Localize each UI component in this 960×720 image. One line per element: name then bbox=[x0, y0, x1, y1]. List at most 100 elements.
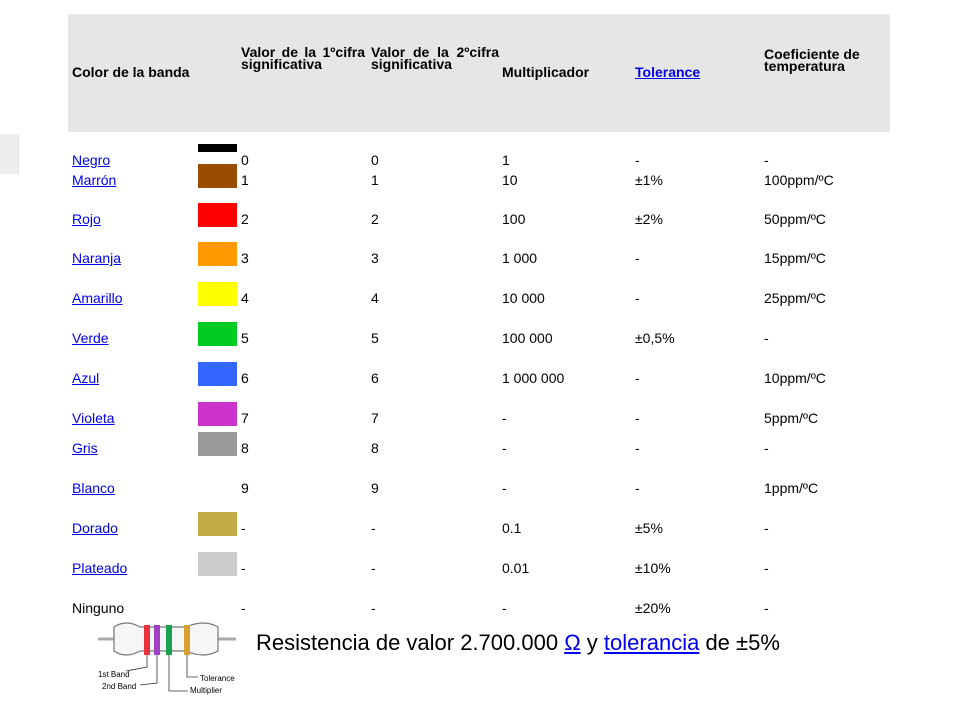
tolerance-cell: - bbox=[635, 250, 640, 266]
tempco-cell: 100ppm/ºC bbox=[764, 172, 834, 188]
color-swatch bbox=[198, 164, 237, 188]
tolerance-link[interactable]: tolerancia bbox=[604, 630, 699, 655]
second-digit-cell: - bbox=[371, 560, 376, 576]
multiplier-cell: 100 bbox=[502, 211, 526, 227]
multiplier-cell: 10 bbox=[502, 172, 518, 188]
tolerance-cell: ±20% bbox=[635, 600, 671, 616]
first-digit-cell: - bbox=[241, 520, 246, 536]
tempco-cell: - bbox=[764, 520, 769, 536]
multiplier-cell: - bbox=[502, 440, 507, 456]
color-name-cell[interactable]: Dorado bbox=[72, 520, 118, 536]
first-digit-cell: - bbox=[241, 600, 246, 616]
color-swatch bbox=[198, 282, 237, 306]
header-second-digit: Valor de la 2ºcifra significativa bbox=[371, 44, 499, 72]
tolerance-cell: ±2% bbox=[635, 211, 663, 227]
header-color: Color de la banda bbox=[72, 64, 190, 80]
multiplier-cell: 10 000 bbox=[502, 290, 545, 306]
leader-line bbox=[186, 655, 198, 678]
multiplier-cell: - bbox=[502, 480, 507, 496]
second-digit-cell: - bbox=[371, 520, 376, 536]
tempco-cell: 1ppm/ºC bbox=[764, 480, 819, 496]
first-digit-cell: 2 bbox=[241, 211, 249, 227]
caption: Resistencia de valor 2.700.000 Ω y toler… bbox=[256, 629, 816, 657]
table-row: Marrón 1 1 10 ±1% 100ppm/ºC bbox=[68, 152, 890, 192]
first-digit-cell: 4 bbox=[241, 290, 249, 306]
color-name-cell[interactable]: Violeta bbox=[72, 410, 115, 426]
table-row: Ninguno - - - ±20% - bbox=[68, 580, 890, 620]
color-name-cell[interactable]: Rojo bbox=[72, 211, 101, 227]
tolerance-cell: - bbox=[635, 410, 640, 426]
color-swatch bbox=[198, 472, 237, 496]
color-name-cell[interactable]: Azul bbox=[72, 370, 99, 386]
color-swatch bbox=[198, 432, 237, 456]
resistor-diagram: 1st Band 2nd Band Tolerance Multiplier bbox=[98, 622, 236, 695]
table-row: Plateado - - 0.01 ±10% - bbox=[68, 540, 890, 580]
caption-text-after: de ±5% bbox=[705, 630, 780, 655]
tolerance-cell: ±1% bbox=[635, 172, 663, 188]
color-name-cell[interactable]: Amarillo bbox=[72, 290, 123, 306]
tempco-cell: 15ppm/ºC bbox=[764, 250, 826, 266]
second-digit-cell: 2 bbox=[371, 211, 379, 227]
multiplier-label: Multiplier bbox=[190, 686, 222, 695]
band2-label: 2nd Band bbox=[102, 682, 136, 691]
resistor-band bbox=[144, 625, 150, 655]
header-tolerance-link[interactable]: Tolerance bbox=[635, 65, 755, 79]
side-tab bbox=[0, 134, 19, 174]
multiplier-cell: 0.01 bbox=[502, 560, 530, 576]
second-digit-cell: 8 bbox=[371, 440, 379, 456]
caption-text-mid: y bbox=[586, 630, 598, 655]
tempco-cell: - bbox=[764, 440, 769, 456]
table-body: Negro 0 0 1- - Marrón 1 1 10 ±1% 100ppm/ºC Rojo 2 2 10… bbox=[68, 132, 890, 620]
first-digit-cell: 9 bbox=[241, 480, 249, 496]
tempco-cell: 5ppm/ºC bbox=[764, 410, 819, 426]
color-name-cell[interactable]: Blanco bbox=[72, 480, 115, 496]
color-name-cell[interactable]: Marrón bbox=[72, 172, 116, 188]
ohm-link[interactable]: Ω bbox=[564, 630, 580, 655]
tempco-cell: - bbox=[764, 330, 769, 346]
multiplier-cell: 1 000 000 bbox=[502, 370, 565, 386]
table-row: Violeta 7 7 - - 5ppm/ºC bbox=[68, 390, 890, 430]
multiplier-cell: 100 000 bbox=[502, 330, 553, 346]
tempco-cell: 50ppm/ºC bbox=[764, 211, 826, 227]
resistor-leader-lines bbox=[125, 655, 198, 692]
table-row: Amarillo 4 4 10 000 - 25ppm/ºC bbox=[68, 270, 890, 310]
color-swatch bbox=[198, 144, 237, 152]
resistor-band bbox=[154, 625, 160, 655]
color-name-cell[interactable]: Gris bbox=[72, 440, 98, 456]
color-name-cell[interactable]: Naranja bbox=[72, 250, 121, 266]
color-name-cell[interactable]: Plateado bbox=[72, 560, 127, 576]
table-row: Naranja 3 3 1 000 - 15ppm/ºC bbox=[68, 230, 890, 270]
tempco-cell: - bbox=[764, 600, 769, 616]
color-swatch bbox=[198, 203, 237, 227]
header-temp-coefficient: Coeficiente de temperatura bbox=[764, 46, 860, 74]
color-swatch bbox=[198, 552, 237, 576]
leader-line bbox=[139, 655, 158, 686]
first-digit-cell: 3 bbox=[241, 250, 249, 266]
color-name-cell[interactable]: Verde bbox=[72, 330, 109, 346]
second-digit-cell: - bbox=[371, 600, 376, 616]
second-digit-cell: 3 bbox=[371, 250, 379, 266]
color-swatch bbox=[198, 242, 237, 266]
tempco-cell: 10ppm/ºC bbox=[764, 370, 826, 386]
table-row: Gris 8 8 - - - bbox=[68, 430, 890, 460]
table-row: Blanco 9 9 - - 1ppm/ºC bbox=[68, 460, 890, 500]
table-row: Rojo 2 2 100 ±2% 50ppm/ºC bbox=[68, 192, 890, 230]
multiplier-cell: 0.1 bbox=[502, 520, 522, 536]
resistor-band bbox=[184, 625, 190, 655]
first-digit-cell: 8 bbox=[241, 440, 249, 456]
header-multiplier: Multiplicador bbox=[502, 64, 590, 80]
color-code-table: Color de la banda Valor de la 1ºcifra si… bbox=[68, 14, 890, 620]
band1-label: 1st Band bbox=[98, 670, 130, 679]
color-name-cell: Ninguno bbox=[72, 600, 125, 616]
first-digit-cell: - bbox=[241, 560, 246, 576]
color-swatch bbox=[198, 402, 237, 426]
tempco-cell: 25ppm/ºC bbox=[764, 290, 826, 306]
footer: 1st Band 2nd Band Tolerance Multiplier R… bbox=[96, 615, 886, 715]
table-header: Color de la banda Valor de la 1ºcifra si… bbox=[68, 14, 890, 132]
second-digit-cell: 9 bbox=[371, 480, 379, 496]
leader-line bbox=[168, 655, 188, 692]
multiplier-cell: 1 000 bbox=[502, 250, 538, 266]
second-digit-cell: 4 bbox=[371, 290, 379, 306]
color-swatch bbox=[198, 512, 237, 536]
table-row: Verde 5 5 100 000 ±0,5% - bbox=[68, 310, 890, 350]
